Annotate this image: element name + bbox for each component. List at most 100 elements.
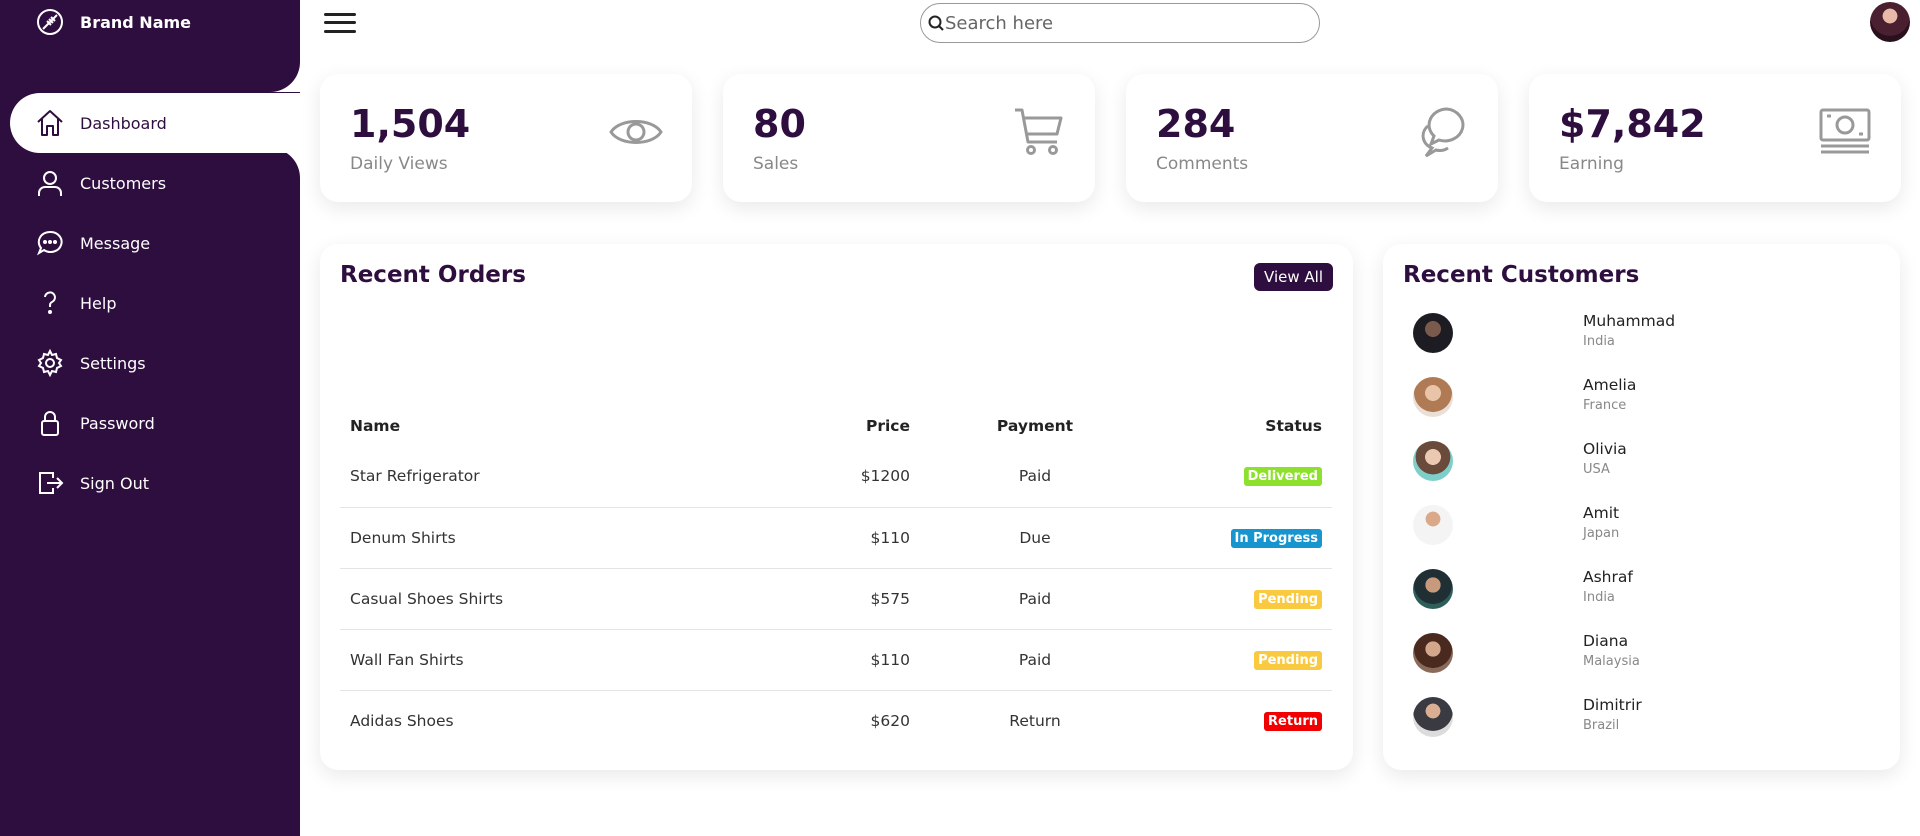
table-row[interactable]: Casual Shoes Shirts $575 Paid Pending bbox=[340, 568, 1332, 630]
sidebar-item-customers[interactable]: Customers bbox=[10, 153, 300, 213]
comments-icon bbox=[1421, 107, 1465, 158]
sidebar-item-dashboard[interactable]: Dashboard bbox=[10, 93, 300, 153]
customer-country: Brazil bbox=[1583, 718, 1620, 733]
sidebar-item-label: Message bbox=[80, 233, 151, 253]
person-icon bbox=[10, 153, 80, 213]
customer-avatar bbox=[1413, 569, 1453, 609]
order-payment: Paid bbox=[920, 629, 1150, 691]
sidebar-item-sign-out[interactable]: Sign Out bbox=[10, 453, 300, 513]
brand[interactable]: Brand Name bbox=[10, 0, 300, 52]
order-price: $620 bbox=[870, 711, 910, 730]
cash-icon bbox=[1819, 108, 1871, 154]
column-header-payment[interactable]: Payment bbox=[920, 406, 1150, 446]
recent-customers-panel: Recent Customers Muhammad India Amelia F… bbox=[1383, 244, 1900, 770]
customer-item[interactable]: Amit Japan bbox=[1403, 494, 1903, 558]
customer-country: India bbox=[1583, 590, 1615, 605]
customer-item[interactable]: Dimitrir Brazil bbox=[1403, 686, 1903, 750]
customer-country: Japan bbox=[1583, 526, 1620, 541]
order-price: $110 bbox=[810, 507, 920, 569]
status-badge: Delivered bbox=[1243, 467, 1322, 487]
user-avatar[interactable] bbox=[1870, 2, 1910, 42]
eye-icon bbox=[609, 120, 663, 144]
customer-item[interactable]: Amelia France bbox=[1403, 366, 1903, 430]
panel-title: Recent Customers bbox=[1403, 262, 1640, 288]
order-payment: Due bbox=[920, 507, 1150, 569]
order-price: $1200 bbox=[810, 446, 920, 508]
customer-name: Olivia bbox=[1583, 440, 1627, 458]
sign-out-icon bbox=[10, 453, 80, 513]
customer-item[interactable]: Olivia USA bbox=[1403, 430, 1903, 494]
stat-number: 1,504 bbox=[350, 102, 471, 146]
customer-name: Muhammad bbox=[1583, 312, 1676, 330]
sidebar-item-password[interactable]: Password bbox=[10, 393, 300, 453]
order-payment: Paid bbox=[920, 446, 1150, 508]
stat-caption: Daily Views bbox=[350, 154, 448, 174]
order-price: $575 bbox=[810, 568, 920, 630]
hamburger-line bbox=[324, 21, 356, 25]
customer-country: India bbox=[1583, 334, 1615, 349]
sidebar: Brand Name Dashboard Customers Message H… bbox=[0, 0, 300, 836]
customer-avatar bbox=[1413, 697, 1453, 737]
sidebar-item-message[interactable]: Message bbox=[10, 213, 300, 273]
customer-item[interactable]: Ashraf India bbox=[1403, 558, 1903, 622]
stat-number: 284 bbox=[1156, 102, 1236, 146]
brand-name: Brand Name bbox=[80, 12, 192, 32]
order-status: Pending bbox=[1150, 568, 1332, 630]
order-name: Wall Fan Shirts bbox=[340, 629, 810, 691]
order-status: Pending bbox=[1150, 629, 1332, 691]
customer-name: Amelia bbox=[1583, 376, 1637, 394]
menu-toggle-button[interactable] bbox=[324, 10, 356, 36]
status-badge: In Progress bbox=[1230, 528, 1322, 548]
hamburger-line bbox=[324, 30, 356, 34]
stat-caption: Sales bbox=[753, 154, 799, 174]
customer-name: Ashraf bbox=[1583, 568, 1633, 586]
stat-caption: Earning bbox=[1559, 154, 1624, 174]
main-content: 1,504 Daily Views 80 Sales 284 Comments … bbox=[300, 0, 1920, 836]
customer-country: Malaysia bbox=[1583, 654, 1640, 669]
sidebar-item-label: Settings bbox=[80, 353, 146, 373]
sidebar-item-label: Password bbox=[80, 413, 155, 433]
table-row[interactable]: Adidas Shoes $620 Return Return bbox=[340, 690, 1332, 751]
stat-number: $7,842 bbox=[1559, 102, 1706, 146]
table-row[interactable]: Star Refrigerator $1200 Paid Delivered bbox=[340, 446, 1332, 508]
search-input[interactable] bbox=[945, 12, 1305, 34]
customer-avatar bbox=[1413, 633, 1453, 673]
order-name: Star Refrigerator bbox=[340, 446, 810, 508]
table-row[interactable]: Wall Fan Shirts $110 Paid Pending bbox=[340, 629, 1332, 691]
help-icon bbox=[10, 273, 80, 333]
customer-item[interactable]: Diana Malaysia bbox=[1403, 622, 1903, 686]
table-header-row: Name Price Payment Status bbox=[340, 406, 1332, 446]
view-all-button[interactable]: View All bbox=[1254, 263, 1333, 291]
stat-card-comments[interactable]: 284 Comments bbox=[1126, 74, 1498, 202]
order-name: Casual Shoes Shirts bbox=[340, 568, 810, 630]
stat-card-sales[interactable]: 80 Sales bbox=[723, 74, 1095, 202]
panel-title: Recent Orders bbox=[340, 262, 526, 288]
customer-name: Diana bbox=[1583, 632, 1629, 650]
lock-icon bbox=[10, 393, 80, 453]
customer-name: Dimitrir bbox=[1583, 696, 1642, 714]
column-header-status[interactable]: Status bbox=[1150, 406, 1332, 446]
hamburger-line bbox=[324, 12, 356, 16]
status-badge: Pending bbox=[1254, 589, 1322, 609]
column-header-name[interactable]: Name bbox=[340, 406, 810, 446]
stat-card-views[interactable]: 1,504 Daily Views bbox=[320, 74, 692, 202]
customer-country: France bbox=[1583, 398, 1627, 413]
sidebar-item-label: Sign Out bbox=[80, 473, 149, 493]
order-payment: Paid bbox=[920, 568, 1150, 630]
customer-item[interactable]: Muhammad India bbox=[1403, 302, 1903, 366]
customer-avatar bbox=[1413, 441, 1453, 481]
sidebar-item-label: Help bbox=[80, 293, 117, 313]
order-name: Denum Shirts bbox=[340, 507, 810, 569]
table-row[interactable]: Denum Shirts $110 Due In Progress bbox=[340, 507, 1332, 569]
topbar bbox=[300, 0, 1920, 46]
sidebar-item-settings[interactable]: Settings bbox=[10, 333, 300, 393]
sidebar-item-label: Customers bbox=[80, 173, 167, 193]
orders-table: Name Price Payment Status Star Refrigera… bbox=[340, 406, 1332, 751]
order-status: In Progress bbox=[1150, 507, 1332, 569]
sidebar-item-help[interactable]: Help bbox=[10, 273, 300, 333]
search-box[interactable] bbox=[920, 3, 1320, 43]
customer-avatar bbox=[1413, 377, 1453, 417]
stat-caption: Comments bbox=[1156, 154, 1249, 174]
stat-card-earning[interactable]: $7,842 Earning bbox=[1529, 74, 1901, 202]
column-header-price[interactable]: Price bbox=[810, 406, 920, 446]
